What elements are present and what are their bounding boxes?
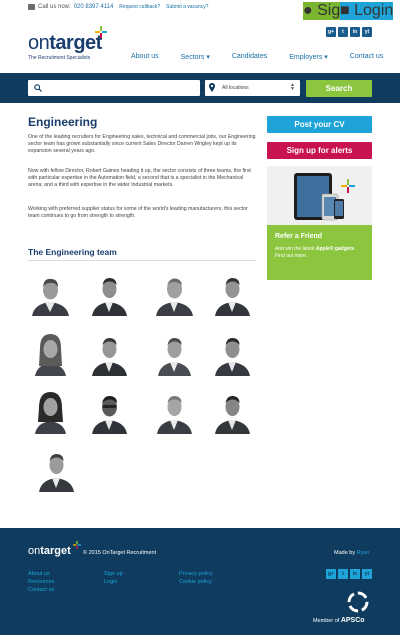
- search-input[interactable]: [28, 80, 200, 96]
- logo[interactable]: ontarget: [28, 32, 102, 55]
- apple-gadgets-image[interactable]: [267, 166, 372, 225]
- googleplus-icon[interactable]: g+: [326, 27, 336, 37]
- logo-plus-icon: [95, 26, 107, 38]
- logo-on: on: [28, 32, 50, 54]
- divider: [28, 260, 256, 261]
- apsco-logo-icon: [347, 591, 369, 613]
- team-member-photo[interactable]: [34, 444, 79, 492]
- phone-icon: [28, 4, 35, 10]
- footer-col-1: About us Resources Contact us: [28, 570, 54, 594]
- team-member-photo[interactable]: [28, 268, 73, 316]
- refer-friend-panel[interactable]: Refer a Friend And win the latest Apple®…: [267, 225, 372, 280]
- nav-sectors[interactable]: Sectors ▾: [181, 53, 210, 61]
- twitter-icon[interactable]: t: [338, 569, 348, 579]
- gadgets-illustration: [294, 173, 355, 221]
- youtube-icon[interactable]: yt: [362, 569, 372, 579]
- team-member-photo[interactable]: [152, 386, 197, 434]
- refer-text-a: And win the latest: [275, 246, 316, 252]
- submit-vacancy-link[interactable]: Submit a vacancy?: [166, 4, 208, 10]
- footer-col-3: Privacy policy Cookie policy: [179, 570, 213, 586]
- page-title: Engineering: [28, 115, 98, 129]
- team-member-photo[interactable]: [152, 328, 197, 376]
- footer-link-resources[interactable]: Resources: [28, 578, 54, 586]
- main-nav: About us Sectors ▾ Candidates Employers …: [131, 53, 383, 61]
- signup-icon: ●: [303, 2, 313, 19]
- googleplus-icon[interactable]: g+: [326, 569, 336, 579]
- footer-link-contact[interactable]: Contact us: [28, 586, 54, 594]
- logo-target: target: [49, 32, 102, 54]
- team-member-photo[interactable]: [210, 386, 255, 434]
- call-label: Call us now:: [38, 4, 71, 10]
- post-cv-button[interactable]: Post your CV: [267, 116, 372, 133]
- location-value: All locations: [222, 85, 249, 91]
- footer-link-privacy[interactable]: Privacy policy: [179, 570, 213, 578]
- footer-logo-plus-icon: [73, 541, 81, 549]
- footer-social-links: g+ t in yt: [326, 569, 372, 579]
- social-links: g+ t in yt: [326, 27, 372, 37]
- map-pin-icon: [209, 83, 215, 92]
- intro-paragraph-2: Now with fellow Director, Robert Gaines …: [28, 168, 251, 188]
- apsco-member: Member of APSCo: [313, 617, 365, 624]
- team-member-photo[interactable]: [87, 386, 132, 434]
- team-member-photo[interactable]: [87, 268, 132, 316]
- team-member-photo[interactable]: [28, 386, 73, 434]
- search-button[interactable]: Search: [306, 80, 372, 97]
- team-member-photo[interactable]: [210, 328, 255, 376]
- tagline: The Recruitment Specialists: [28, 55, 91, 61]
- refer-text-b: Apple® gadgets: [315, 246, 354, 252]
- footer-link-cookie[interactable]: Cookie policy: [179, 578, 213, 586]
- lock-icon: ■: [340, 2, 350, 19]
- job-alerts-button[interactable]: Sign up for alerts: [267, 142, 372, 159]
- team-member-photo[interactable]: [210, 268, 255, 316]
- search-icon: [34, 84, 42, 92]
- select-arrows-icon: ▲ ▼: [290, 82, 295, 92]
- footer-link-signup[interactable]: Sign up: [104, 570, 123, 578]
- intro-paragraph-1: One of the leading recruiters for Engine…: [28, 134, 256, 154]
- linkedin-icon[interactable]: in: [350, 27, 360, 37]
- footer-link-about[interactable]: About us: [28, 570, 54, 578]
- login-button[interactable]: ■ Login: [340, 2, 394, 20]
- footer-logo-on: on: [28, 545, 41, 557]
- made-by-label: Made by: [334, 550, 357, 556]
- nav-candidates[interactable]: Candidates: [232, 53, 267, 61]
- nav-employers[interactable]: Employers ▾: [289, 53, 328, 61]
- apsco-label: APSCo: [340, 617, 365, 624]
- team-title: The Engineering team: [28, 247, 117, 257]
- request-callback-link[interactable]: Request callback?: [119, 4, 160, 10]
- team-member-photo[interactable]: [28, 328, 73, 376]
- footer-logo-target: target: [40, 545, 71, 557]
- footer-col-2: Sign up Login: [104, 570, 123, 586]
- copyright: © 2015 OnTarget Recruitment: [83, 550, 157, 556]
- login-label: Login: [354, 2, 394, 19]
- team-member-photo[interactable]: [87, 328, 132, 376]
- team-member-photo[interactable]: [152, 268, 197, 316]
- intro-paragraph-3: Working with preferred supplier status f…: [28, 206, 248, 219]
- location-select[interactable]: All locations: [205, 80, 300, 96]
- phone-number[interactable]: 020 8397 4114: [74, 4, 114, 10]
- linkedin-icon[interactable]: in: [350, 569, 360, 579]
- footer-logo[interactable]: ontarget: [28, 545, 71, 557]
- footer-link-login[interactable]: Login: [104, 578, 123, 586]
- nav-contact-us[interactable]: Contact us: [350, 53, 383, 61]
- refer-title: Refer a Friend: [275, 233, 323, 240]
- nav-about-us[interactable]: About us: [131, 53, 159, 61]
- member-of-label: Member of: [313, 618, 341, 624]
- twitter-icon[interactable]: t: [338, 27, 348, 37]
- refer-text: And win the latest Apple® gadgets. Find …: [275, 246, 364, 260]
- made-by: Made by Ryan: [334, 550, 369, 556]
- youtube-icon[interactable]: yt: [362, 27, 372, 37]
- made-by-link[interactable]: Ryan: [357, 550, 370, 556]
